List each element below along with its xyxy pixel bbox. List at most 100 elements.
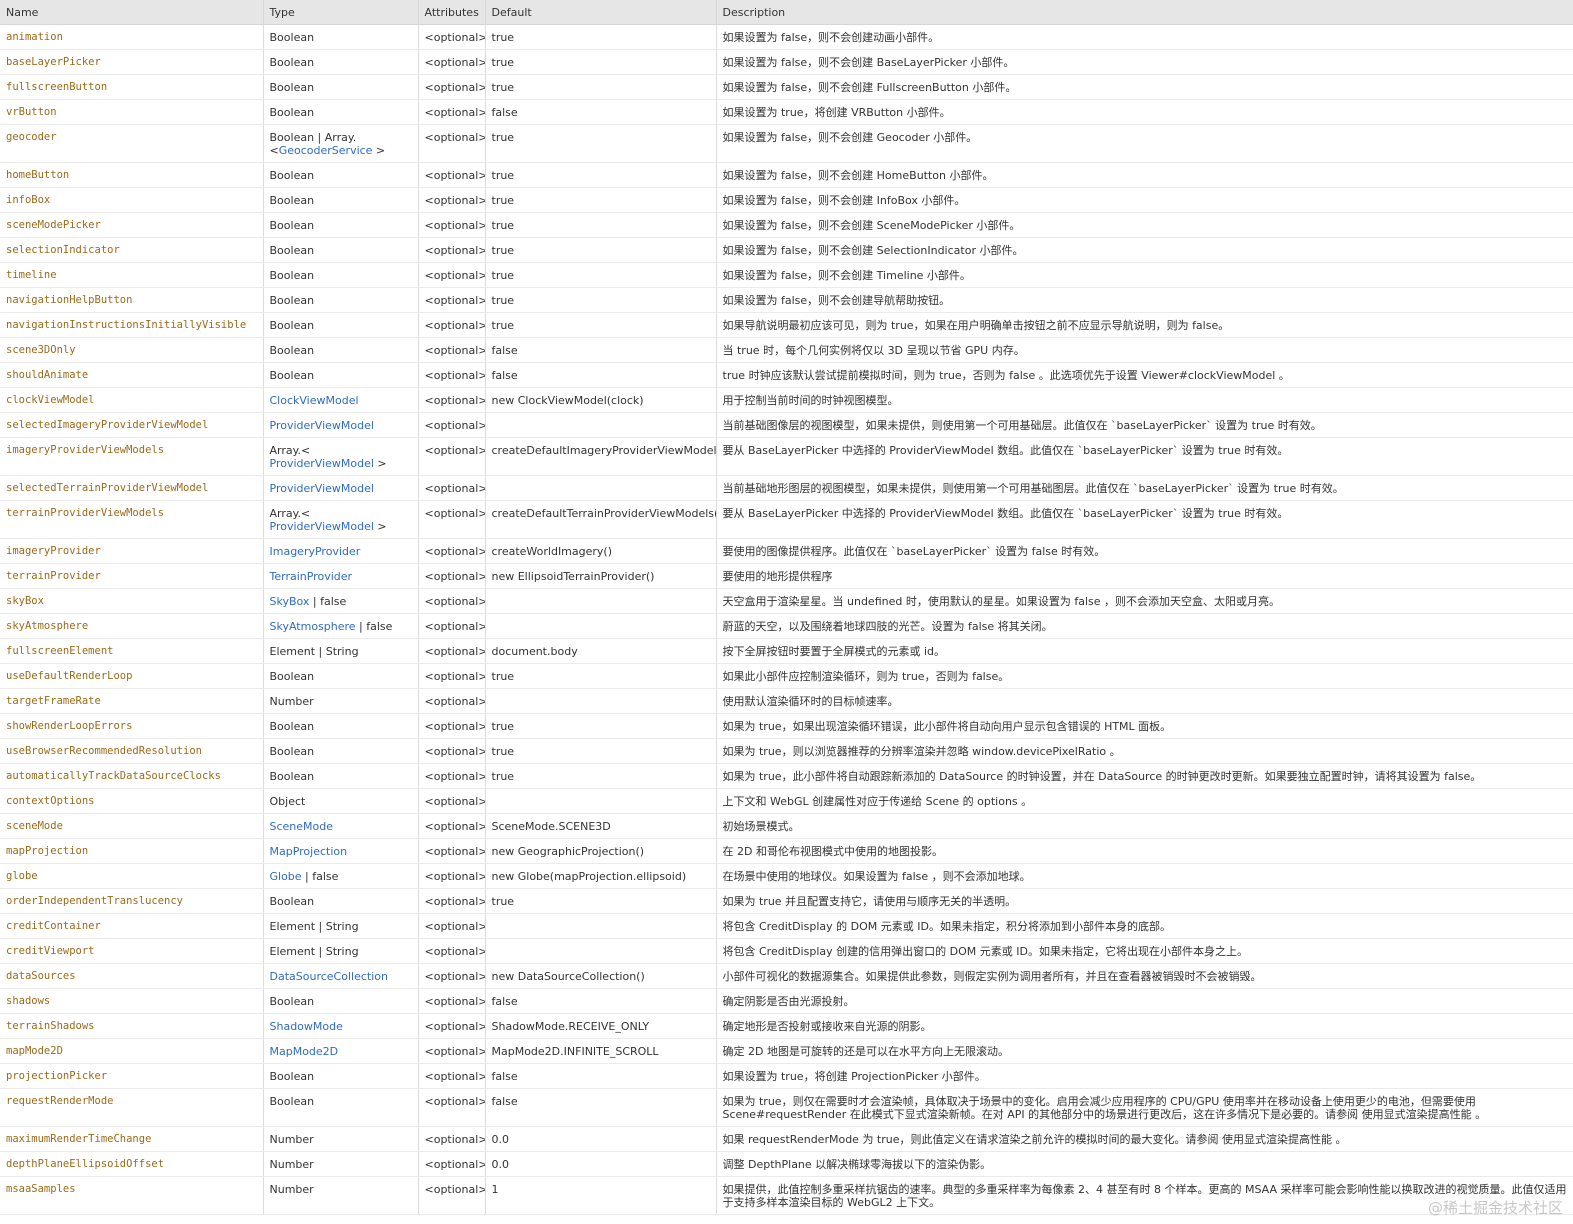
table-row: msaaSamples Number <optional> 1 如果提供，此值控制多重采…	[0, 1176, 1573, 1215]
type-suffix: | false	[301, 870, 339, 883]
param-type: SkyAtmosphere | false	[262, 613, 418, 639]
type-link[interactable]: Globe	[270, 870, 302, 883]
column-header-type[interactable]: Type	[262, 0, 418, 25]
param-attributes: <optional>	[417, 162, 485, 188]
type-link[interactable]: ProviderViewModel	[270, 457, 374, 470]
table-row: depthPlaneEllipsoidOffset Number <optional…	[0, 1151, 1573, 1177]
param-name: shouldAnimate	[0, 362, 263, 388]
type-link[interactable]: ClockViewModel	[270, 394, 359, 407]
options-table: Name Type Attributes Default Description…	[0, 0, 1573, 1215]
table-row: terrainShadows ShadowMode <optional> Shadow…	[0, 1013, 1573, 1039]
param-type: ClockViewModel	[262, 387, 418, 413]
table-row: skyBox SkyBox | false <optional> 天空盒用于渲染星星。…	[0, 588, 1573, 614]
param-attributes: <optional>	[417, 613, 485, 639]
param-name: skyBox	[0, 588, 263, 614]
header-row: Name Type Attributes Default Description	[0, 0, 1573, 25]
param-attributes: <optional>	[417, 1126, 485, 1152]
param-type: Boolean	[262, 237, 418, 263]
type-link[interactable]: SkyAtmosphere	[270, 620, 356, 633]
column-header-attributes[interactable]: Attributes	[417, 0, 485, 25]
type-suffix: | false	[309, 595, 347, 608]
param-description: true 时钟应该默认尝试提前模拟时间，则为 true，否则为 false 。此…	[715, 362, 1573, 388]
column-header-name[interactable]: Name	[0, 0, 263, 25]
param-name: geocoder	[0, 124, 263, 163]
param-type: ProviderViewModel	[262, 412, 418, 438]
param-name: infoBox	[0, 187, 263, 213]
param-name: dataSources	[0, 963, 263, 989]
type-text: Boolean	[269, 319, 315, 332]
param-attributes: <optional>	[417, 1063, 485, 1089]
type-link[interactable]: DataSourceCollection	[270, 970, 388, 983]
param-name: terrainShadows	[0, 1013, 263, 1039]
param-description: 如果提供，此值控制多重采样抗锯齿的速率。典型的多重采样率为每像素 2、4 甚至有…	[715, 1176, 1573, 1215]
param-description: 如果设置为 false，则不会创建 BaseLayerPicker 小部件。	[715, 49, 1573, 75]
type-link[interactable]: MapMode2D	[270, 1045, 339, 1058]
type-link[interactable]: ImageryProvider	[270, 545, 361, 558]
param-type: Number	[262, 688, 418, 714]
param-default: true	[484, 212, 716, 238]
type-link[interactable]: ProviderViewModel	[270, 419, 374, 432]
param-type: Boolean	[262, 362, 418, 388]
param-name: globe	[0, 863, 263, 889]
type-text: Number	[269, 1183, 314, 1196]
param-attributes: <optional>	[417, 1088, 485, 1127]
param-name: targetFrameRate	[0, 688, 263, 714]
param-name: sceneModePicker	[0, 212, 263, 238]
param-type: TerrainProvider	[262, 563, 418, 589]
type-suffix: >	[372, 144, 386, 157]
param-attributes: <optional>	[417, 500, 485, 539]
type-text: Number	[269, 1158, 314, 1171]
param-description: 如果导航说明最初应该可见，则为 true，如果在用户明确单击按钮之前不应显示导航…	[715, 312, 1573, 338]
param-description: 要从 BaseLayerPicker 中选择的 ProviderViewMode…	[715, 437, 1573, 476]
param-attributes: <optional>	[417, 124, 485, 163]
table-row: maximumRenderTimeChange Number <optional> 0…	[0, 1126, 1573, 1152]
param-attributes: <optional>	[417, 437, 485, 476]
param-description: 如果设置为 false，则不会创建 FullscreenButton 小部件。	[715, 74, 1573, 100]
type-text: Boolean	[269, 169, 315, 182]
type-text: Boolean	[269, 106, 315, 119]
table-row: scene3DOnly Boolean <optional> false 当 true …	[0, 337, 1573, 363]
type-suffix: | false	[355, 620, 393, 633]
param-default	[484, 913, 716, 939]
param-attributes: <optional>	[417, 262, 485, 288]
param-default	[484, 588, 716, 614]
param-attributes: <optional>	[417, 963, 485, 989]
param-description: 如果设置为 false，则不会创建 SceneModePicker 小部件。	[715, 212, 1573, 238]
param-attributes: <optional>	[417, 688, 485, 714]
type-link[interactable]: TerrainProvider	[270, 570, 353, 583]
table-row: timeline Boolean <optional> true 如果设置为 false…	[0, 262, 1573, 288]
table-row: clockViewModel ClockViewModel <optional> ne…	[0, 387, 1573, 413]
type-link[interactable]: GeocoderService	[279, 144, 373, 157]
type-text: Object	[269, 795, 306, 808]
type-text: Array.<	[269, 507, 311, 520]
param-default	[484, 938, 716, 964]
param-name: creditViewport	[0, 938, 263, 964]
param-attributes: <optional>	[417, 588, 485, 614]
table-row: contextOptions Object <optional> 上下文和 WebGL…	[0, 788, 1573, 814]
param-default: new DataSourceCollection()	[484, 963, 716, 989]
param-name: mapProjection	[0, 838, 263, 864]
param-default: false	[484, 362, 716, 388]
type-link[interactable]: ShadowMode	[270, 1020, 343, 1033]
type-text: Array.<	[269, 444, 311, 457]
param-description: 确定阴影是否由光源投射。	[715, 988, 1573, 1014]
table-row: mapMode2D MapMode2D <optional> MapMode2D.IN…	[0, 1038, 1573, 1064]
type-link[interactable]: SkyBox	[270, 595, 310, 608]
type-link[interactable]: SceneMode	[270, 820, 334, 833]
param-default: true	[484, 312, 716, 338]
param-type: Boolean	[262, 337, 418, 363]
type-link[interactable]: ProviderViewModel	[270, 520, 374, 533]
param-attributes: <optional>	[417, 788, 485, 814]
param-description: 当前基础地形图层的视图模型，如果未提供，则使用第一个可用基础图层。此值仅在 `b…	[715, 475, 1573, 501]
column-header-default[interactable]: Default	[484, 0, 716, 25]
param-attributes: <optional>	[417, 888, 485, 914]
table-row: terrainProviderViewModels Array.< Provide…	[0, 500, 1573, 539]
type-link[interactable]: MapProjection	[270, 845, 348, 858]
param-default: createDefaultImageryProviderViewModels()	[484, 437, 716, 476]
type-link[interactable]: ProviderViewModel	[270, 482, 374, 495]
table-row: showRenderLoopErrors Boolean <optional> tru…	[0, 713, 1573, 739]
param-description: 天空盒用于渲染星星。当 undefined 时，使用默认的星星。如果设置为 fa…	[715, 588, 1573, 614]
column-header-description[interactable]: Description	[715, 0, 1573, 25]
param-description: 按下全屏按钮时要置于全屏模式的元素或 id。	[715, 638, 1573, 664]
param-type: MapProjection	[262, 838, 418, 864]
